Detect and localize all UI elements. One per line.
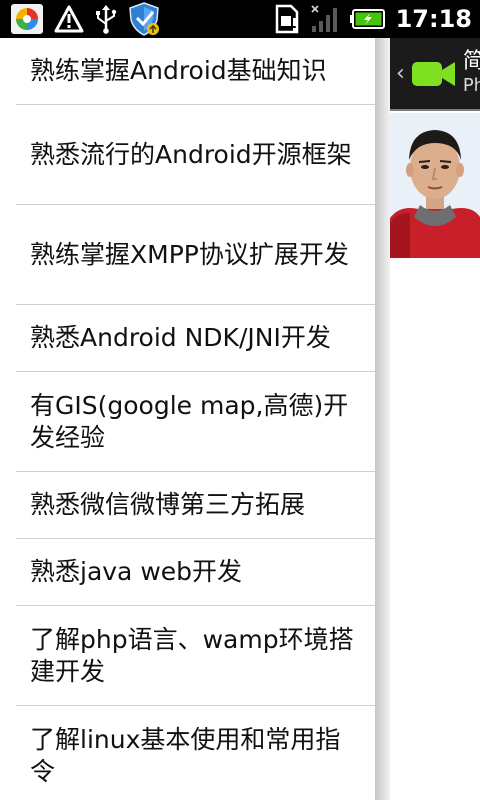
- list-item-label: 有GIS(google map,高德)开发经验: [30, 390, 349, 452]
- list-item-label: 了解php语言、wamp环境搭建开发: [30, 624, 354, 686]
- list-item[interactable]: 了解linux基本使用和常用指令: [16, 706, 375, 800]
- list-item[interactable]: 熟练掌握XMPP协议扩展开发: [16, 205, 375, 305]
- list-item[interactable]: 熟悉微信微博第三方拓展: [16, 472, 375, 539]
- video-camera-icon[interactable]: [411, 59, 457, 89]
- sim-card-icon: [274, 4, 300, 34]
- list-item-label: 熟练掌握XMPP协议扩展开发: [30, 239, 349, 269]
- battery-charging-icon: [349, 8, 386, 30]
- navigation-drawer: 熟练掌握Android基础知识 熟悉流行的Android开源框架 熟练掌握XMP…: [0, 38, 375, 800]
- profile-photo: [390, 113, 480, 258]
- clock: 17:18: [395, 5, 472, 33]
- list-item[interactable]: 熟悉java web开发: [16, 539, 375, 606]
- warning-icon: [54, 5, 84, 33]
- list-item[interactable]: 有GIS(google map,高德)开发经验: [16, 372, 375, 472]
- list-item[interactable]: 熟悉流行的Android开源框架: [16, 105, 375, 205]
- app-title: 简: [462, 48, 480, 74]
- security-shield-icon: [128, 2, 160, 36]
- list-item-label: 熟练掌握Android基础知识: [30, 56, 327, 85]
- list-item-label: 了解linux基本使用和常用指令: [30, 724, 341, 786]
- list-item[interactable]: 熟悉Android NDK/JNI开发: [16, 305, 375, 372]
- usb-icon: [94, 4, 118, 34]
- list-item-label: 熟悉java web开发: [30, 557, 243, 586]
- main-content-panel: ‹ 简 Ph: [390, 38, 480, 800]
- list-item-label: 熟悉流行的Android开源框架: [30, 139, 352, 169]
- skills-list: 熟练掌握Android基础知识 熟悉流行的Android开源框架 熟练掌握XMP…: [0, 38, 375, 800]
- drawer-shadow: [375, 38, 390, 800]
- status-bar: 17:18: [0, 0, 480, 38]
- action-bar: ‹ 简 Ph: [390, 38, 480, 111]
- signal-icon: [310, 4, 340, 34]
- app-title-block: 简 Ph: [462, 48, 480, 98]
- list-item[interactable]: 熟练掌握Android基础知识: [16, 38, 375, 105]
- back-chevron-icon[interactable]: ‹: [396, 61, 405, 86]
- list-item[interactable]: 了解php语言、wamp环境搭建开发: [16, 606, 375, 706]
- list-item-label: 熟悉Android NDK/JNI开发: [30, 323, 331, 352]
- app-notification-icon[interactable]: [10, 3, 44, 35]
- list-item-label: 熟悉微信微博第三方拓展: [30, 490, 306, 519]
- app-subtitle: Ph: [462, 74, 480, 96]
